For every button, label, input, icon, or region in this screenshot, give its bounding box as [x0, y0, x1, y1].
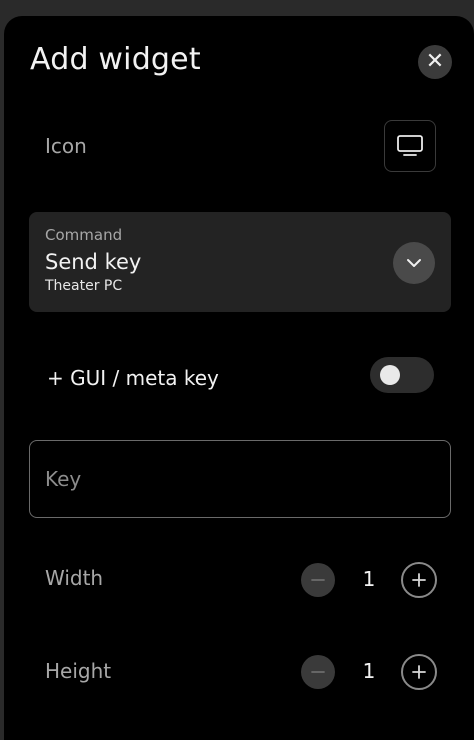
add-widget-dialog: Add widget ✕ Icon Command Send key Theat… — [4, 16, 474, 740]
command-dropdown-button[interactable] — [393, 242, 435, 284]
icon-label: Icon — [45, 134, 87, 158]
width-value: 1 — [362, 567, 376, 591]
minus-icon — [311, 579, 325, 581]
height-value: 1 — [362, 659, 376, 683]
command-select[interactable]: Command Send key Theater PC — [29, 212, 451, 312]
plus-icon — [412, 665, 426, 679]
tv-monitor-icon — [397, 135, 423, 156]
height-increment-button[interactable] — [401, 654, 437, 690]
plus-icon — [412, 573, 426, 587]
dialog-title: Add widget — [30, 42, 201, 77]
key-input[interactable] — [29, 440, 451, 518]
chevron-down-icon — [407, 259, 421, 267]
command-caption: Command — [45, 226, 123, 244]
width-decrement-button[interactable] — [301, 563, 335, 597]
width-label: Width — [45, 566, 104, 590]
minus-icon — [311, 671, 325, 673]
meta-key-toggle[interactable] — [370, 357, 434, 393]
command-value: Send key — [45, 250, 142, 274]
close-button[interactable]: ✕ — [418, 45, 452, 79]
height-label: Height — [45, 659, 112, 683]
height-decrement-button[interactable] — [301, 655, 335, 689]
command-device: Theater PC — [45, 278, 123, 294]
toggle-knob — [380, 365, 400, 385]
close-icon: ✕ — [425, 49, 445, 74]
icon-picker-button[interactable] — [384, 120, 436, 172]
width-increment-button[interactable] — [401, 562, 437, 598]
meta-key-label: + GUI / meta key — [47, 366, 219, 390]
